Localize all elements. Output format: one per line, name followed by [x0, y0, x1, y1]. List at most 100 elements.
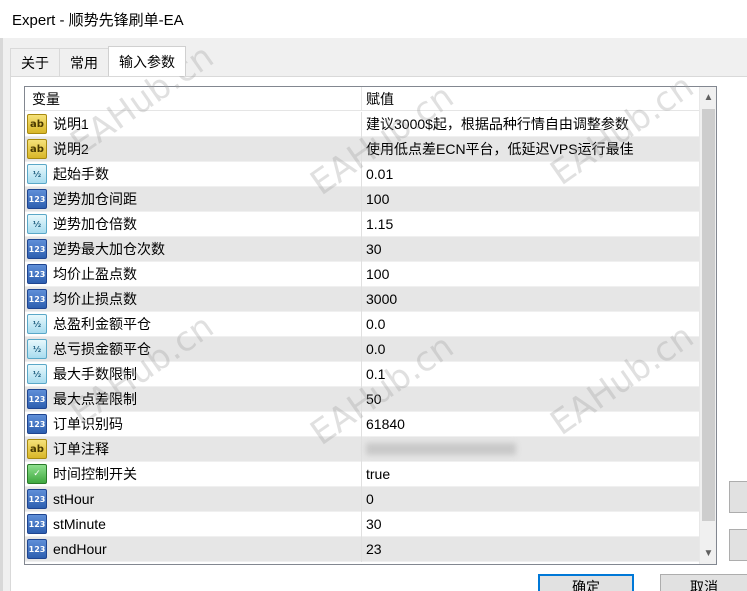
param-value: 0.0	[366, 341, 386, 357]
str-type-icon: ab	[27, 139, 47, 159]
scroll-down-icon[interactable]: ▼	[700, 545, 716, 562]
param-name: 时间控制开关	[53, 466, 137, 482]
param-name-cell: 123 逆势最大加仓次数	[25, 236, 362, 262]
param-name-cell: 123 均价止损点数	[25, 286, 362, 312]
int-type-icon: 123	[27, 489, 47, 509]
param-value: 0	[366, 491, 374, 507]
param-name-cell: ab 订单注释	[25, 436, 362, 462]
param-value: 0.01	[366, 166, 394, 182]
grid-header: 变量 赋值	[25, 87, 699, 111]
param-value-cell[interactable]: 0.1	[362, 362, 699, 387]
param-value: 100	[366, 191, 390, 207]
param-value-cell[interactable]: 0.01	[362, 162, 699, 187]
table-row[interactable]: 123 均价止盈点数 100	[25, 261, 699, 287]
int-type-icon: 123	[27, 289, 47, 309]
table-row[interactable]: ½ 最大手数限制 0.1	[25, 361, 699, 387]
param-name-cell: 123 stHour	[25, 486, 362, 512]
ok-button[interactable]: 确定	[538, 574, 634, 591]
table-row[interactable]: 123 逆势最大加仓次数 30	[25, 236, 699, 262]
dbl-type-icon: ½	[27, 314, 47, 334]
param-name: 起始手数	[53, 166, 109, 182]
param-value: 0.0	[366, 316, 386, 332]
param-value-cell[interactable]: 3000	[362, 287, 699, 312]
param-name: 说明2	[53, 141, 89, 157]
param-value-cell[interactable]: 建议3000$起，根据品种行情自由调整参数	[362, 112, 699, 137]
table-row[interactable]: ✓ 时间控制开关 true	[25, 461, 699, 487]
table-row[interactable]: ½ 总亏损金额平仓 0.0	[25, 336, 699, 362]
param-name: 最大点差限制	[53, 391, 137, 407]
table-row[interactable]: ½ 总盈利金额平仓 0.0	[25, 311, 699, 337]
param-value: 23	[366, 541, 382, 557]
param-name-cell: ab 说明1	[25, 111, 362, 137]
table-row[interactable]: ½ 逆势加仓倍数 1.15	[25, 211, 699, 237]
param-name-cell: 123 订单识别码	[25, 411, 362, 437]
table-row[interactable]: 123 均价止损点数 3000	[25, 286, 699, 312]
param-name-cell: 123 stMinute	[25, 511, 362, 537]
table-row[interactable]: 123 最大点差限制 50	[25, 386, 699, 412]
scroll-thumb[interactable]	[702, 109, 715, 521]
param-value: 50	[366, 391, 382, 407]
param-value: 0.1	[366, 366, 386, 382]
scroll-up-icon[interactable]: ▲	[700, 89, 716, 106]
table-row[interactable]: ab 订单注释	[25, 436, 699, 462]
param-value-cell[interactable]: 100	[362, 262, 699, 287]
cancel-button[interactable]: 取消	[660, 574, 747, 591]
param-name: stHour	[53, 491, 95, 507]
header-variable[interactable]: 变量	[25, 87, 362, 111]
header-value[interactable]: 赋值	[362, 87, 699, 111]
param-value-cell[interactable]: 0.0	[362, 312, 699, 337]
parameters-grid: 变量 赋值 ab 说明1 建议3000$起，根据品种行情自由调整参数 ab 说明2 使用低…	[24, 86, 717, 565]
side-button-upper[interactable]	[729, 481, 747, 513]
param-name-cell: ½ 总盈利金额平仓	[25, 311, 362, 337]
table-row[interactable]: 123 订单识别码 61840	[25, 411, 699, 437]
tab-common[interactable]: 常用	[59, 48, 109, 76]
table-row[interactable]: ab 说明2 使用低点差ECN平台，低延迟VPS运行最佳	[25, 136, 699, 162]
param-name-cell: ½ 总亏损金额平仓	[25, 336, 362, 362]
param-value-cell[interactable]: 0	[362, 487, 699, 512]
table-row[interactable]: 123 stHour 0	[25, 486, 699, 512]
param-value: 61840	[366, 416, 405, 432]
param-value-cell[interactable]: 30	[362, 512, 699, 537]
grid-rows: ab 说明1 建议3000$起，根据品种行情自由调整参数 ab 说明2 使用低点差ECN平…	[25, 111, 699, 562]
table-row[interactable]: 123 逆势加仓间距 100	[25, 186, 699, 212]
param-value-cell[interactable]: 0.0	[362, 337, 699, 362]
table-row[interactable]: ab 说明1 建议3000$起，根据品种行情自由调整参数	[25, 111, 699, 137]
param-value-cell[interactable]: 61840	[362, 412, 699, 437]
vertical-scrollbar[interactable]: ▲ ▼	[699, 87, 716, 564]
dbl-type-icon: ½	[27, 364, 47, 384]
param-value-cell[interactable]: 23	[362, 537, 699, 562]
param-value-cell[interactable]: 1.15	[362, 212, 699, 237]
int-type-icon: 123	[27, 264, 47, 284]
param-value: 30	[366, 241, 382, 257]
param-name: 最大手数限制	[53, 366, 137, 382]
param-value-cell[interactable]	[362, 437, 699, 462]
param-name: 说明1	[53, 116, 89, 132]
param-name: 总盈利金额平仓	[53, 316, 151, 332]
redacted-value	[366, 443, 516, 455]
param-value-cell[interactable]: 100	[362, 187, 699, 212]
int-type-icon: 123	[27, 514, 47, 534]
header-variable-label: 变量	[32, 91, 60, 107]
table-row[interactable]: 123 stMinute 30	[25, 511, 699, 537]
tab-about[interactable]: 关于	[10, 48, 60, 76]
table-row[interactable]: 123 endHour 23	[25, 536, 699, 562]
param-value-cell[interactable]: 30	[362, 237, 699, 262]
param-name-cell: 123 最大点差限制	[25, 386, 362, 412]
param-value: true	[366, 466, 391, 482]
int-type-icon: 123	[27, 539, 47, 559]
param-name: endHour	[53, 541, 107, 557]
str-type-icon: ab	[27, 114, 47, 134]
tab-bar: 关于 常用 输入参数	[10, 46, 186, 76]
param-value: 30	[366, 516, 382, 532]
header-value-label: 赋值	[366, 91, 394, 107]
table-row[interactable]: ½ 起始手数 0.01	[25, 161, 699, 187]
tab-inputs[interactable]: 输入参数	[108, 46, 186, 76]
param-value-cell[interactable]: 50	[362, 387, 699, 412]
param-value-cell[interactable]: true	[362, 462, 699, 487]
side-button-lower[interactable]	[729, 529, 747, 561]
window-title: Expert - 顺势先锋刷单-EA	[12, 11, 184, 29]
tab-common-label: 常用	[70, 54, 98, 71]
param-name: 均价止损点数	[53, 291, 137, 307]
int-type-icon: 123	[27, 189, 47, 209]
param-value-cell[interactable]: 使用低点差ECN平台，低延迟VPS运行最佳	[362, 137, 699, 162]
